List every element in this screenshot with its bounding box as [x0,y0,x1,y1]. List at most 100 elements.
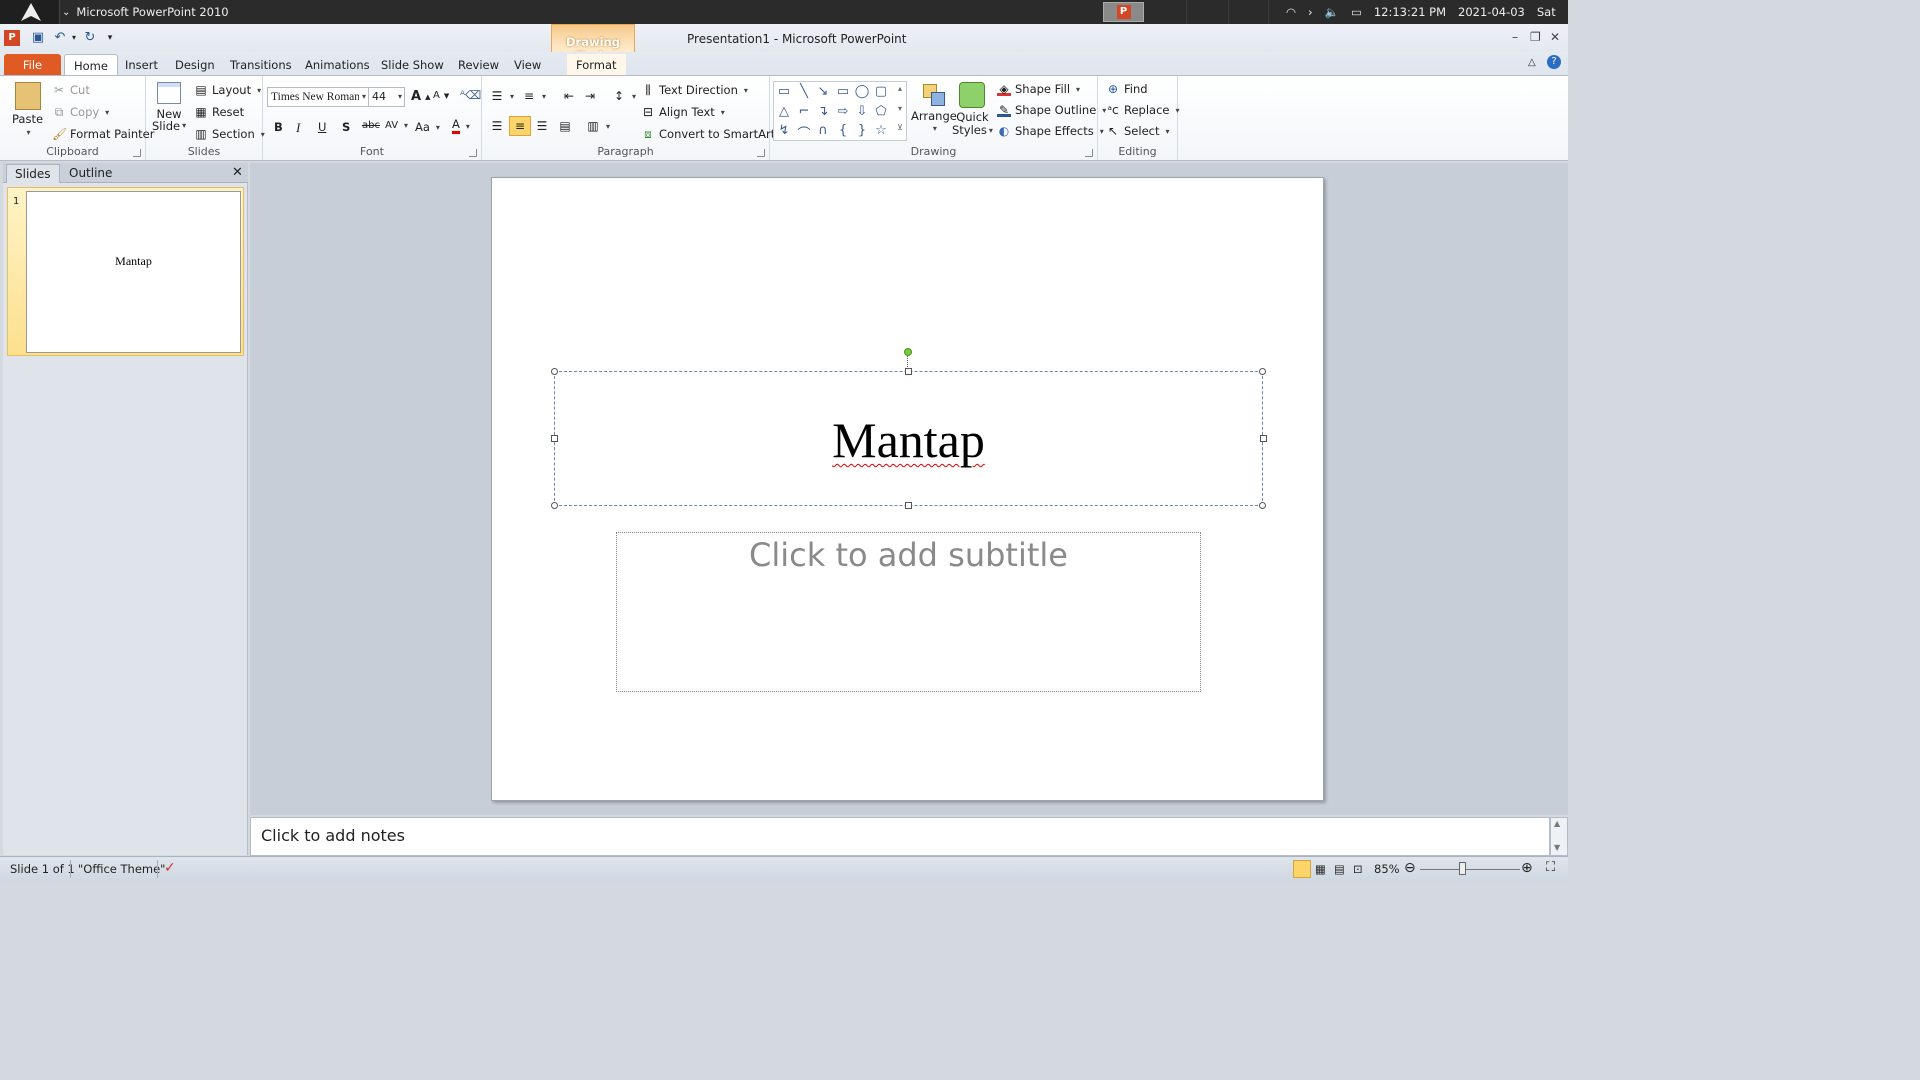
tab-design[interactable]: Design [166,54,224,76]
shapes-gallery[interactable]: ▭ ╲ ↘ ▭ ◯ ▢ △ ⌐ ↴ ⇨ ⇩ ⬠ ↯ ⌒ ∩ { } ☆ ▴ ▾ … [773,81,908,142]
arrow-line-shape-icon[interactable]: ↘ [815,84,831,99]
close-pane-icon[interactable]: ✕ [232,165,243,180]
character-spacing-button[interactable]: AV ▾ [385,120,408,131]
star-shape-icon[interactable]: ☆ [873,123,889,138]
tab-transitions[interactable]: Transitions [221,54,301,76]
elbow-connector-icon[interactable]: ⌐ [796,104,812,119]
clock-date[interactable]: 2021-04-03 [1458,5,1525,19]
notes-scrollbar[interactable]: ▲ ▼ [1550,817,1568,856]
resize-handle-n[interactable] [905,368,912,375]
chevron-right-icon[interactable]: › [1308,5,1313,19]
slide-title-text[interactable]: Mantap [554,405,1263,475]
rounded-rect-shape-icon[interactable]: ▢ [873,84,889,99]
down-arrow-shape-icon[interactable]: ⇩ [854,104,870,119]
help-icon[interactable]: ? [1547,55,1561,69]
restore-icon[interactable]: ❐ [1530,30,1541,44]
cut-button[interactable]: ✂ Cut [52,83,90,97]
zoom-slider-track[interactable] [1420,869,1520,870]
reset-button[interactable]: ▦ Reset [194,105,244,119]
tab-home[interactable]: Home [64,54,118,77]
bold-button[interactable]: B [274,120,283,134]
justify-button[interactable]: ▤ [558,119,572,133]
undo-dropdown-icon[interactable]: ▾ [66,30,82,46]
paste-button[interactable]: Paste ▾ [12,82,43,137]
minimize-icon[interactable]: – [1512,30,1518,44]
right-brace-shape-icon[interactable]: } [854,123,870,138]
select-button[interactable]: ↖ Select ▾ [1106,124,1170,138]
increase-indent-button[interactable]: ⇥ [583,89,597,103]
quick-styles-button[interactable]: Quick Styles ▾ [952,82,993,137]
active-window-title[interactable]: ⌄ Microsoft PowerPoint 2010 [62,5,229,19]
slide-thumbnail[interactable]: Mantap [26,191,241,353]
fit-to-window-icon[interactable]: ⛶ [1546,860,1555,875]
tab-view[interactable]: View [505,54,550,76]
align-center-button[interactable]: ≡ [509,116,531,136]
layout-button[interactable]: ▤ Layout ▾ [194,83,261,97]
customize-qat-icon[interactable]: ▾ [102,30,118,46]
slide-sorter-icon[interactable]: ▦ [1315,862,1326,876]
rotation-handle[interactable] [904,348,912,356]
columns-button[interactable]: ▥ ▾ [586,119,610,133]
minimize-ribbon-icon[interactable]: △ [1528,57,1536,68]
taskbar-powerpoint-button[interactable]: P [1103,2,1144,22]
zoom-slider-thumb[interactable] [1459,862,1466,875]
scroll-up-icon[interactable]: ▲ [1554,819,1560,828]
resize-handle-se[interactable] [1259,502,1266,509]
triangle-shape-icon[interactable]: △ [776,104,792,119]
font-color-button[interactable]: A ▾ [452,118,470,134]
shrink-font-button[interactable]: A ▼ [433,90,449,101]
resize-handle-ne[interactable] [1259,368,1266,375]
drawing-launcher-icon[interactable] [1085,149,1093,157]
shape-effects-button[interactable]: ◐ Shape Effects ▾ [997,124,1104,138]
shape-outline-button[interactable]: ✎ Shape Outline ▾ [997,103,1106,117]
gallery-up-icon[interactable]: ▴ [892,84,908,93]
section-button[interactable]: ▥ Section ▾ [194,127,264,141]
zoom-out-icon[interactable]: ⊖ [1404,860,1416,876]
format-painter-button[interactable]: 🖌 Format Painter [52,127,154,141]
theme-name[interactable]: "Office Theme" [78,862,165,876]
freeform-shape-icon[interactable]: ↯ [776,123,792,138]
tab-slide-show[interactable]: Slide Show [372,54,453,76]
powerpoint-app-icon[interactable]: P [4,30,20,46]
scroll-down-icon[interactable]: ▼ [1554,843,1560,852]
tab-slides[interactable]: Slides [6,164,60,183]
tab-animations[interactable]: Animations [296,54,379,76]
slideshow-view-icon[interactable]: ⊡ [1353,862,1363,876]
clear-formatting-icon[interactable]: ᴬ⌫ [460,88,481,102]
bullets-button[interactable]: ☰ ▾ [490,89,514,103]
spell-check-icon[interactable]: ✓ [164,860,176,876]
subtitle-placeholder-text[interactable]: Click to add subtitle [616,536,1201,574]
font-size-combobox[interactable]: 44 ▾ [368,87,405,107]
tab-insert[interactable]: Insert [116,54,167,76]
notes-placeholder[interactable]: Click to add notes [261,826,405,845]
grow-font-button[interactable]: A ▲ [411,89,430,104]
replace-button[interactable]: ᵃc Replace ▾ [1106,103,1179,117]
rectangle-shape-icon[interactable]: ▭ [835,84,851,99]
decrease-indent-button[interactable]: ⇤ [562,89,576,103]
textbox-shape-icon[interactable]: ▭ [776,84,792,99]
numbering-button[interactable]: ≡ ▾ [522,89,546,103]
reading-view-icon[interactable]: ▤ [1334,862,1345,876]
gallery-down-icon[interactable]: ▾ [892,104,908,113]
clock-time[interactable]: 12:13:21 PM [1374,5,1446,19]
resize-handle-nw[interactable] [551,368,558,375]
arc-shape-icon[interactable]: ⌒ [796,123,812,142]
tab-review[interactable]: Review [449,54,508,76]
arrange-button[interactable]: Arrange ▾ [911,82,957,133]
italic-button[interactable]: I [296,120,300,136]
right-arrow-shape-icon[interactable]: ⇨ [835,104,851,119]
tab-outline[interactable]: Outline [61,164,120,183]
new-slide-button[interactable]: New Slide ▾ [152,82,186,132]
wifi-icon[interactable]: ◠ [1286,5,1296,19]
tab-format[interactable]: Format [567,54,626,76]
find-button[interactable]: ⊕ Find [1106,82,1148,96]
text-direction-button[interactable]: ⫼ Text Direction ▾ [641,83,748,97]
battery-icon[interactable]: ▭ [1351,5,1362,19]
save-icon[interactable]: ▣ [30,30,46,46]
text-shadow-button[interactable]: S [342,120,350,134]
tab-file[interactable]: File [4,54,61,76]
shape-fill-button[interactable]: ◈ Shape Fill ▾ [997,82,1080,96]
curve-shape-icon[interactable]: ∩ [815,123,831,138]
resize-handle-s[interactable] [905,502,912,509]
align-right-button[interactable]: ☰ [535,119,549,133]
